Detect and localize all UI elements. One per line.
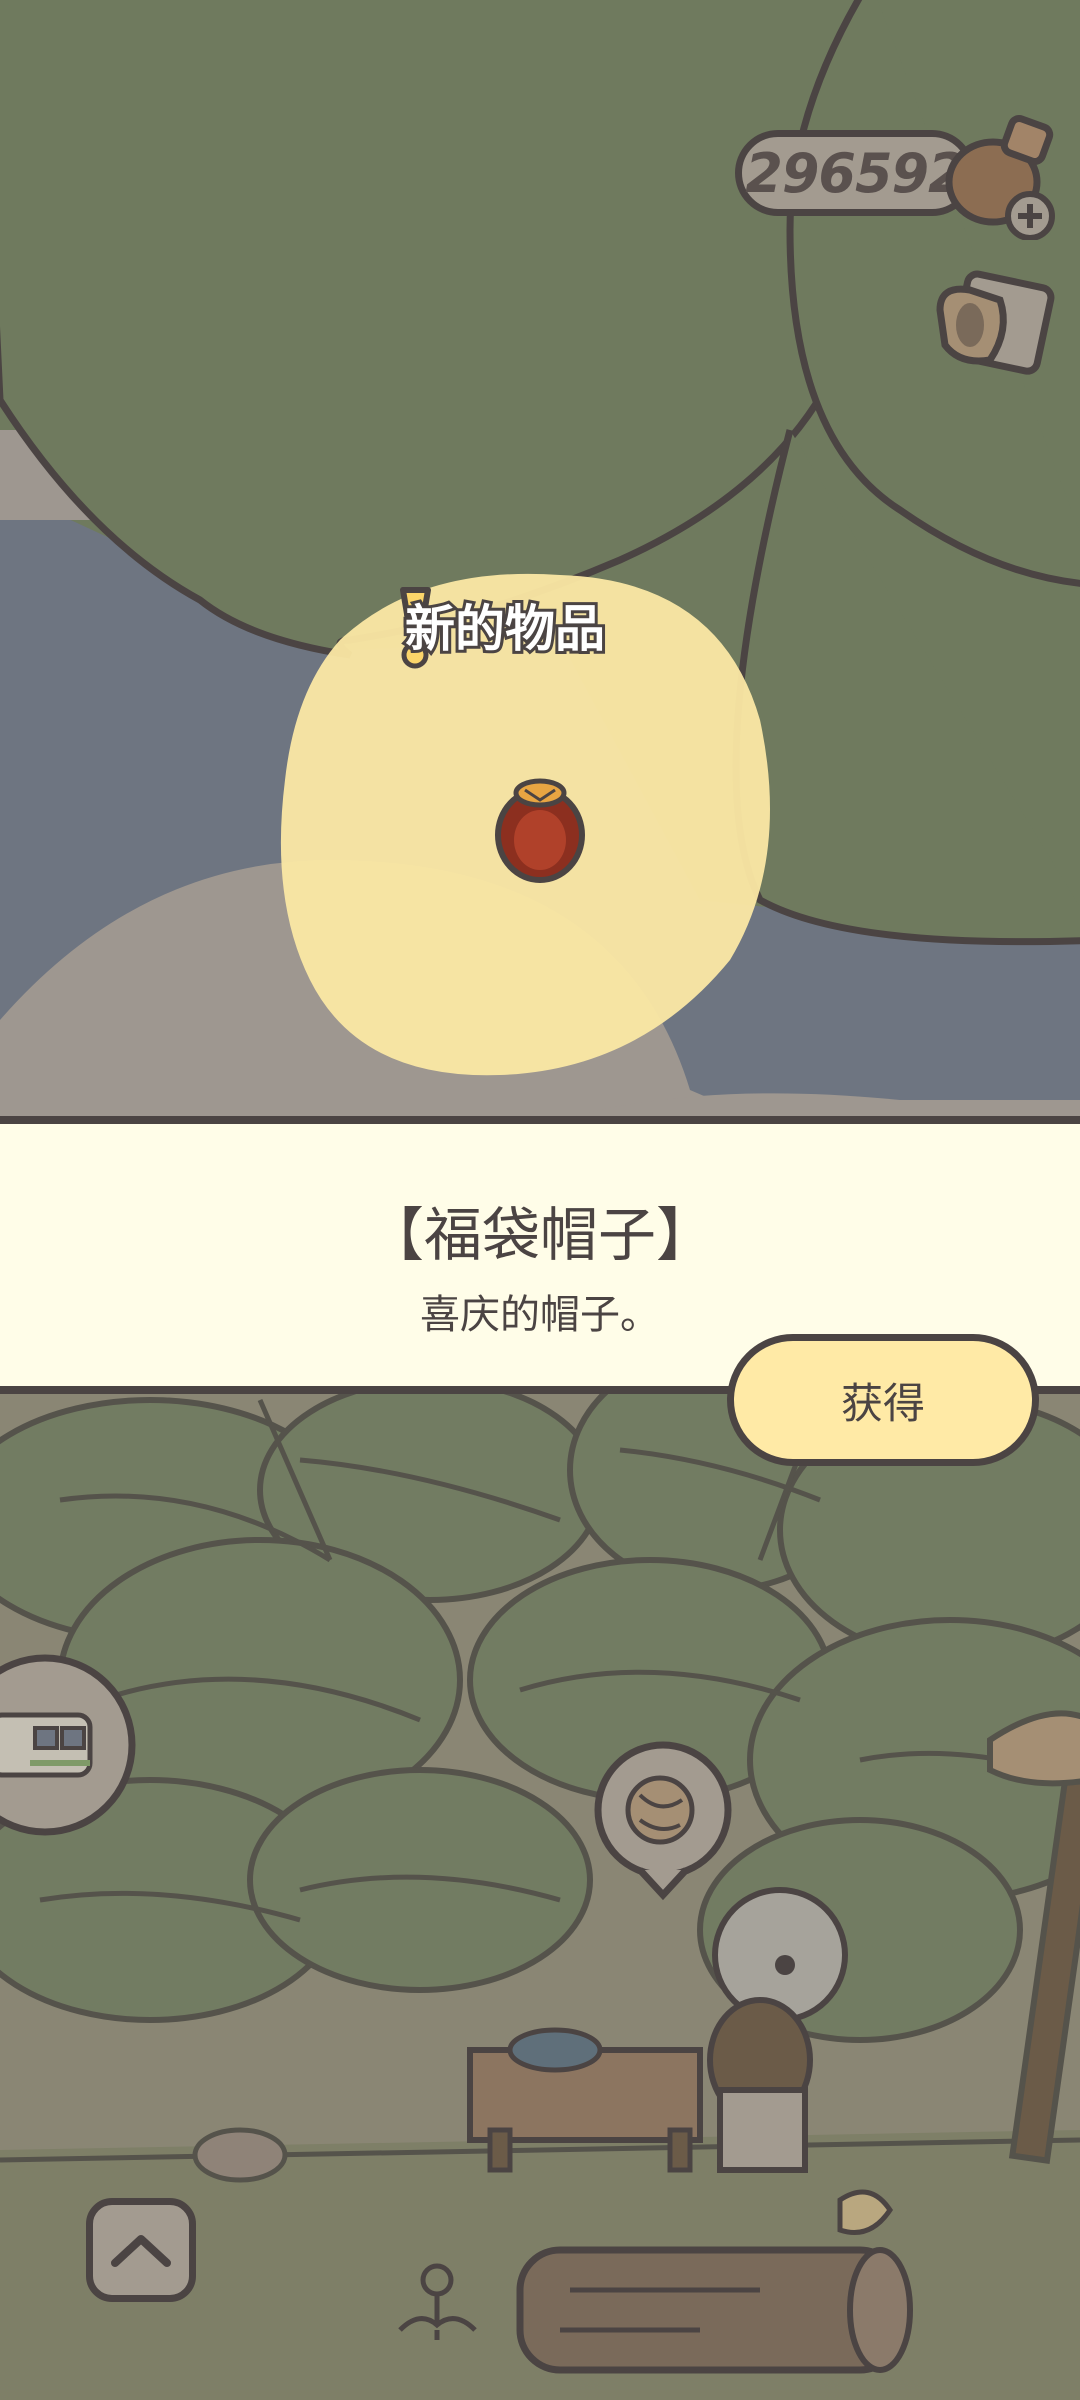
obtain-button[interactable]: 获得 (727, 1334, 1039, 1466)
expand-up-button[interactable] (86, 2198, 196, 2302)
chevron-up-icon (111, 2235, 171, 2267)
cup-icon[interactable] (930, 270, 1060, 390)
clover-plus-icon[interactable] (945, 110, 1065, 240)
clover-count: 296592 (745, 141, 965, 205)
item-description: 喜庆的帽子。 (420, 1292, 660, 1338)
item-name: 【福袋帽子】 (365, 1201, 714, 1269)
obtain-button-label: 获得 (840, 1378, 925, 1428)
new-item-label: 新的物品 (402, 597, 608, 661)
new-item-badge: 新的物品 (395, 585, 608, 665)
clover-counter: 296592 (735, 130, 975, 216)
